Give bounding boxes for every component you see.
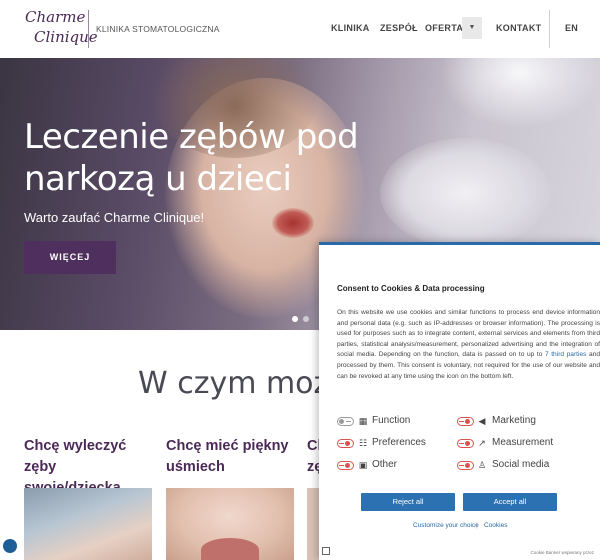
cookie-footer-text: Cookie Banner wspierany przez xyxy=(530,550,594,555)
social-media-toggle[interactable] xyxy=(457,461,474,470)
category-other: Other xyxy=(372,459,398,470)
thumbs-up-icon: ♙ xyxy=(477,460,487,470)
cookie-dialog-body: On this website we use cookies and simil… xyxy=(337,308,600,382)
grid-icon: ▦ xyxy=(358,416,368,426)
marketing-toggle[interactable] xyxy=(457,417,474,426)
language-switch[interactable]: EN xyxy=(565,23,578,33)
chart-icon: ↗ xyxy=(478,438,486,448)
hero-photo-glove xyxy=(380,138,550,248)
logo-divider xyxy=(88,10,89,48)
category-social-media: Social media xyxy=(492,459,550,470)
category-measurement: Measurement xyxy=(492,437,554,448)
nav-klinika[interactable]: KLINIKA xyxy=(331,23,370,33)
card-image-lips xyxy=(201,538,259,560)
dots-icon: ▣ xyxy=(358,460,368,470)
card-image-child[interactable] xyxy=(24,488,152,560)
cookie-dialog-title: Consent to Cookies & Data processing xyxy=(337,284,485,293)
chevron-down-icon[interactable]: ▼ xyxy=(462,17,482,39)
megaphone-icon: ◀ xyxy=(478,416,486,426)
tagline: KLINIKA STOMATOLOGICZNA xyxy=(96,24,220,34)
accept-all-button[interactable]: Accept all xyxy=(463,493,557,511)
card-image-third[interactable] xyxy=(307,488,319,560)
preferences-toggle[interactable] xyxy=(337,439,354,448)
card-title-beautiful-smile[interactable]: Chcę mieć piękny uśmiech xyxy=(166,436,291,478)
logo-line1: Charme xyxy=(25,8,86,26)
nav-divider xyxy=(549,10,550,48)
nav-zespol[interactable]: ZESPÓŁ xyxy=(380,23,418,33)
measurement-toggle[interactable] xyxy=(457,439,474,448)
fingerprint-icon[interactable] xyxy=(322,547,330,555)
cookie-consent-dialog: Consent to Cookies & Data processing On … xyxy=(319,242,600,560)
third-parties-link[interactable]: 7 third parties xyxy=(545,351,586,358)
hero-title: Leczenie zębów pod narkozą u dzieci xyxy=(24,117,359,199)
hero-subtitle: Warto zaufać Charme Clinique! xyxy=(24,210,205,225)
customize-choice-link[interactable]: Customize your choice xyxy=(413,522,479,529)
category-function: Function xyxy=(372,415,411,426)
reject-all-button[interactable]: Reject all xyxy=(361,493,455,511)
nav-oferta[interactable]: OFERTA xyxy=(425,23,463,33)
slider-dot-active[interactable] xyxy=(292,316,298,322)
cookie-settings-icon[interactable] xyxy=(3,539,17,553)
other-toggle[interactable] xyxy=(337,461,354,470)
hero-photo-mouth xyxy=(272,208,314,238)
site-header: Charme Clinique KLINIKA STOMATOLOGICZNA … xyxy=(0,0,600,58)
sliders-icon: ☷ xyxy=(358,438,368,448)
slider-dot[interactable] xyxy=(303,316,309,322)
card-image-smile[interactable] xyxy=(166,488,294,560)
more-button[interactable]: WIĘCEJ xyxy=(24,241,116,274)
cookies-link[interactable]: Cookies xyxy=(484,522,507,529)
category-marketing: Marketing xyxy=(492,415,536,426)
link-separator: | xyxy=(476,522,478,529)
nav-kontakt[interactable]: KONTAKT xyxy=(496,23,541,33)
category-preferences: Preferences xyxy=(372,437,426,448)
function-toggle[interactable] xyxy=(337,417,354,426)
logo[interactable]: Charme Clinique xyxy=(22,5,98,53)
hero-photo-mask xyxy=(440,58,600,128)
